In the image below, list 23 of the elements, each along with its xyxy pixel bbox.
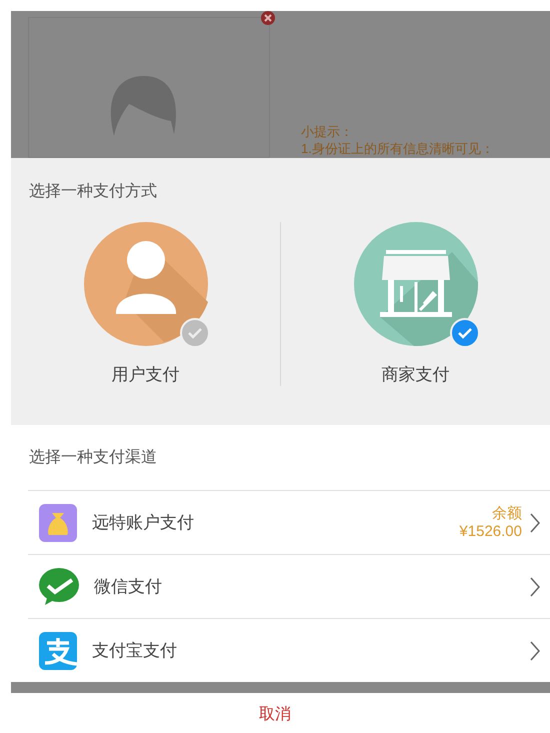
channel-row[interactable]: 远特账户支付 余额 ¥1526.00 xyxy=(28,490,550,554)
payer-label[interactable]: 商家支付 xyxy=(382,364,450,386)
close-icon[interactable] xyxy=(261,11,275,25)
balance-amount: ¥1526.00 xyxy=(459,522,522,540)
channel-label: 支付宝支付 xyxy=(92,640,178,662)
person-icon xyxy=(84,222,208,346)
section-title: 选择一种支付渠道 xyxy=(29,448,158,468)
cancel-button[interactable]: 取消 xyxy=(251,703,299,727)
chat-check-icon xyxy=(39,568,79,606)
shop-icon xyxy=(354,222,478,346)
chevron-right-icon xyxy=(530,512,540,532)
tip-text: 1.身份证上的所有信息清晰可见： xyxy=(301,141,494,157)
chevron-right-icon xyxy=(530,576,540,596)
channel-label: 远特账户支付 xyxy=(92,512,195,534)
section-title: 选择一种支付方式 xyxy=(29,182,158,202)
money-bag-icon xyxy=(39,504,77,542)
channel-label: 微信支付 xyxy=(94,576,163,598)
balance-label: 余额 xyxy=(492,504,522,522)
payer-label[interactable]: 用户支付 xyxy=(112,364,180,386)
chevron-right-icon xyxy=(530,640,540,660)
hair-icon xyxy=(109,76,179,138)
tip-title: 小提示： xyxy=(301,124,353,140)
channel-row[interactable]: 微信支付 xyxy=(28,554,550,618)
